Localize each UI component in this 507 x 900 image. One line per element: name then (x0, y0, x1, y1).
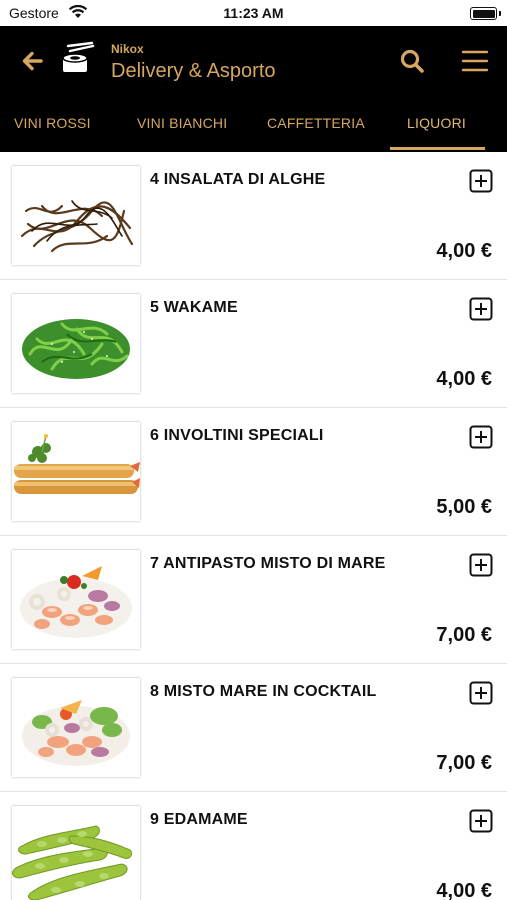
sushi-logo-icon (62, 41, 95, 72)
item-price: 4,00 € (436, 880, 492, 900)
battery-icon (470, 7, 497, 20)
tab-caffetteria[interactable]: CAFFETTERIA (267, 115, 365, 131)
item-price: 4,00 € (436, 368, 492, 390)
active-tab-indicator (390, 147, 485, 150)
product-image-wakame (12, 294, 140, 393)
add-to-cart-icon[interactable] (469, 553, 493, 577)
tab-vini-bianchi[interactable]: VINI BIANCHI (137, 115, 227, 131)
add-to-cart-icon[interactable] (469, 681, 493, 705)
item-price: 7,00 € (436, 752, 492, 774)
item-price: 4,00 € (436, 240, 492, 262)
item-name: 5 WAKAME (150, 299, 238, 316)
app-header: Nikox Delivery & Asporto (0, 26, 507, 96)
item-price: 7,00 € (436, 624, 492, 646)
product-image-edamame (12, 806, 140, 900)
list-item[interactable]: 6 INVOLTINI SPECIALI 5,00 € (0, 408, 507, 536)
list-item[interactable]: 5 WAKAME 4,00 € (0, 280, 507, 408)
item-name: 8 MISTO MARE IN COCKTAIL (150, 683, 377, 700)
item-name: 7 ANTIPASTO MISTO DI MARE (150, 555, 386, 572)
add-to-cart-icon[interactable] (469, 809, 493, 833)
page-title: Delivery & Asporto (111, 60, 276, 82)
hamburger-menu-icon[interactable] (461, 48, 489, 74)
list-item[interactable]: 8 MISTO MARE IN COCKTAIL 7,00 € (0, 664, 507, 792)
product-list: 4 INSALATA DI ALGHE 4,00 € 5 WAKAME 4,00… (0, 152, 507, 900)
tab-liquori[interactable]: LIQUORI (407, 115, 466, 131)
item-name: 4 INSALATA DI ALGHE (150, 171, 326, 188)
add-to-cart-icon[interactable] (469, 297, 493, 321)
back-arrow-icon[interactable] (20, 49, 44, 73)
search-icon[interactable] (399, 48, 425, 74)
add-to-cart-icon[interactable] (469, 425, 493, 449)
list-item[interactable]: 9 EDAMAME 4,00 € (0, 792, 507, 900)
add-to-cart-icon[interactable] (469, 169, 493, 193)
product-image-seafood-cocktail (12, 678, 140, 777)
item-name: 6 INVOLTINI SPECIALI (150, 427, 324, 444)
battery-tip (499, 11, 501, 16)
list-item[interactable]: 7 ANTIPASTO MISTO DI MARE 7,00 € (0, 536, 507, 664)
status-bar: Gestore 11:23 AM (0, 0, 507, 26)
tab-vini-rossi[interactable]: VINI ROSSI (14, 115, 91, 131)
brand-name: Nikox (111, 42, 144, 56)
list-item[interactable]: 4 INSALATA DI ALGHE 4,00 € (0, 152, 507, 280)
item-price: 5,00 € (436, 496, 492, 518)
category-tabs: VINI ROSSI VINI BIANCHI CAFFETTERIA LIQU… (0, 96, 507, 152)
clock: 11:23 AM (223, 5, 284, 21)
item-name: 9 EDAMAME (150, 811, 248, 828)
product-image-seaweed-salad (12, 166, 140, 265)
product-image-seafood-appetizer (12, 550, 140, 649)
product-image-spring-rolls (12, 422, 140, 521)
